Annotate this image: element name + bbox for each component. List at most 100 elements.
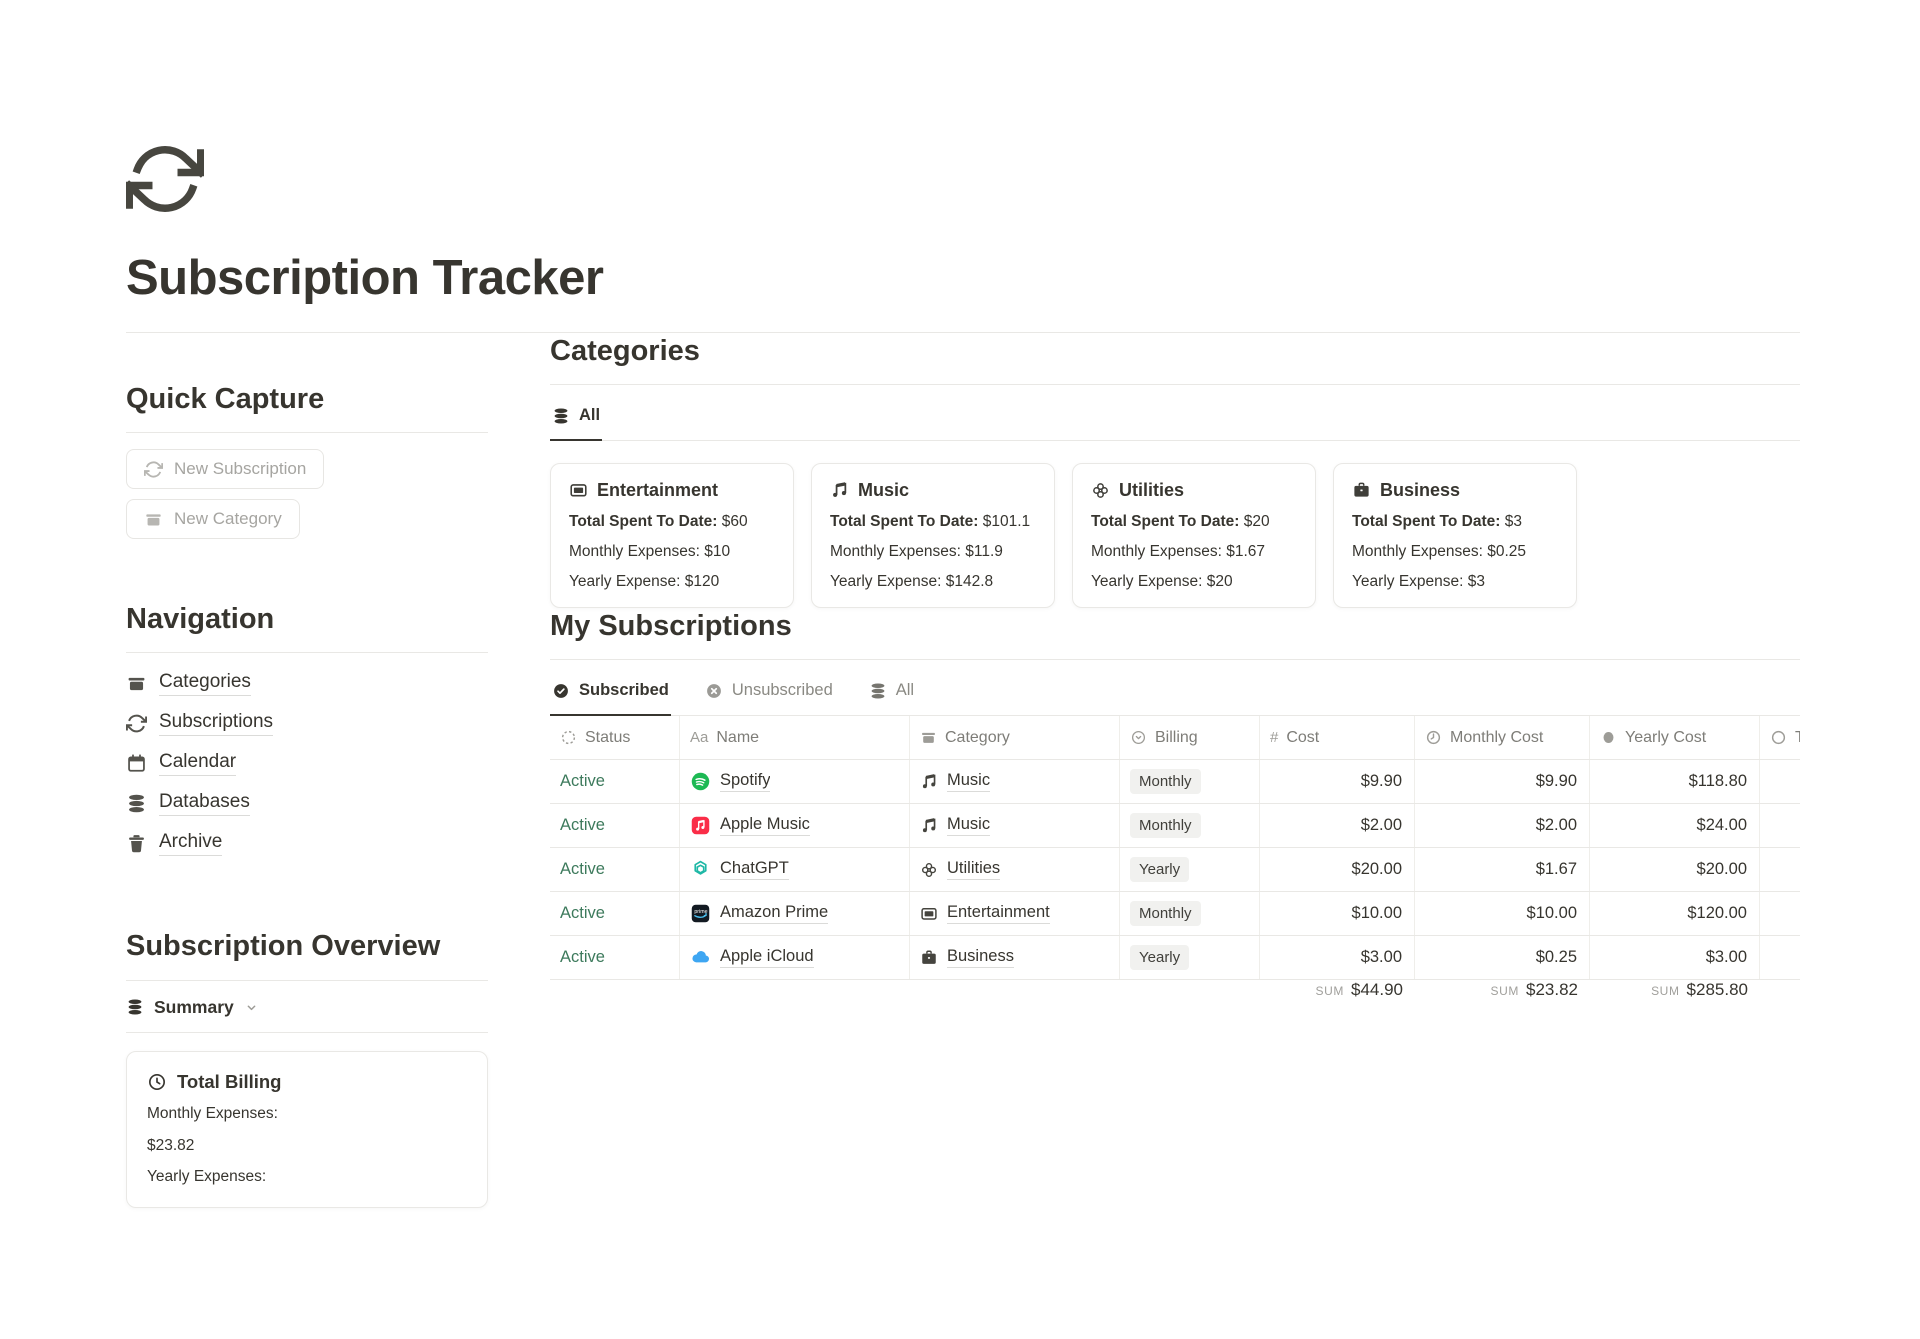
billing-cell[interactable]: Monthly <box>1120 892 1260 935</box>
table-header-row: Status Aa Name Category <box>550 716 1800 760</box>
column-header-yearly-cost[interactable]: Yearly Cost <box>1590 716 1760 759</box>
new-subscription-button[interactable]: New Subscription <box>126 449 324 489</box>
nav-link-label[interactable]: Databases <box>159 791 250 816</box>
column-header-monthly-cost[interactable]: Monthly Cost <box>1415 716 1590 759</box>
name-cell[interactable]: prime Amazon Prime <box>680 892 910 935</box>
yearly-cost-cell[interactable]: $20.00 <box>1590 848 1760 891</box>
sidebar-item-calendar[interactable]: Calendar <box>126 751 488 776</box>
billing-cell[interactable]: Monthly <box>1120 760 1260 803</box>
yearly-cost-cell[interactable]: $24.00 <box>1590 804 1760 847</box>
tab-all-categories[interactable]: All <box>550 385 602 441</box>
monthly-cost-cell[interactable]: $10.00 <box>1415 892 1590 935</box>
name-cell[interactable]: Apple iCloud <box>680 936 910 979</box>
yearly-cost-cell[interactable]: $118.80 <box>1590 760 1760 803</box>
nav-link-label[interactable]: Categories <box>159 671 251 696</box>
status-cell[interactable]: Active <box>550 892 680 935</box>
billing-tag[interactable]: Monthly <box>1130 769 1201 794</box>
empty-cell[interactable] <box>1760 760 1800 803</box>
tab-subscribed[interactable]: Subscribed <box>550 660 671 716</box>
status-cell[interactable]: Active <box>550 760 680 803</box>
monthly-cost-cell[interactable]: $1.67 <box>1415 848 1590 891</box>
name-cell[interactable]: ChatGPT <box>680 848 910 891</box>
cost-cell[interactable]: $10.00 <box>1260 892 1415 935</box>
column-header-name[interactable]: Aa Name <box>680 716 910 759</box>
category-card-title: Music <box>858 480 909 501</box>
tv-icon <box>569 481 588 500</box>
category-cell[interactable]: Utilities <box>910 848 1120 891</box>
sidebar-item-subscriptions[interactable]: Subscriptions <box>126 711 488 736</box>
name-cell[interactable]: Spotify <box>680 760 910 803</box>
billing-cell[interactable]: Yearly <box>1120 936 1260 979</box>
monthly-cost-cell[interactable]: $2.00 <box>1415 804 1590 847</box>
subscription-page-link[interactable]: ChatGPT <box>720 859 789 880</box>
new-category-button[interactable]: New Category <box>126 499 300 539</box>
name-cell[interactable]: Apple Music <box>680 804 910 847</box>
column-header-truncated[interactable]: T <box>1760 716 1800 759</box>
subscription-page-link[interactable]: Apple Music <box>720 815 810 836</box>
summary-view-tab[interactable]: Summary <box>126 997 488 1033</box>
nav-link-label[interactable]: Archive <box>159 831 222 856</box>
cost-sum[interactable]: SUM $44.90 <box>1260 980 1415 1027</box>
subscription-page-link[interactable]: Spotify <box>720 771 770 792</box>
check-circle-icon <box>552 682 570 700</box>
tab-all-subscriptions[interactable]: All <box>867 660 916 716</box>
column-label: Monthly Cost <box>1450 729 1543 747</box>
status-badge: Active <box>560 816 605 835</box>
category-card-entertainment[interactable]: Entertainment Total Spent To Date: $60 M… <box>550 463 794 608</box>
monthly-cost-sum[interactable]: SUM $23.82 <box>1415 980 1590 1027</box>
card-monthly-line: Monthly Expenses: $1.67 <box>1091 543 1297 561</box>
yearly-cost-cell[interactable]: $120.00 <box>1590 892 1760 935</box>
column-header-category[interactable]: Category <box>910 716 1120 759</box>
nav-link-label[interactable]: Calendar <box>159 751 236 776</box>
tab-label: Unsubscribed <box>732 681 833 700</box>
database-icon <box>552 407 570 425</box>
empty-cell[interactable] <box>1760 804 1800 847</box>
sidebar-item-archive[interactable]: Archive <box>126 831 488 856</box>
yearly-expenses-label: Yearly Expenses: <box>147 1167 467 1188</box>
billing-tag[interactable]: Yearly <box>1130 945 1189 970</box>
nav-link-label[interactable]: Subscriptions <box>159 711 273 736</box>
empty-cell[interactable] <box>1760 892 1800 935</box>
category-page-link[interactable]: Music <box>947 771 990 792</box>
cost-cell[interactable]: $3.00 <box>1260 936 1415 979</box>
cost-cell[interactable]: $9.90 <box>1260 760 1415 803</box>
status-cell[interactable]: Active <box>550 936 680 979</box>
subscription-page-link[interactable]: Apple iCloud <box>720 947 814 968</box>
category-cell[interactable]: Entertainment <box>910 892 1120 935</box>
cost-cell[interactable]: $20.00 <box>1260 848 1415 891</box>
status-cell[interactable]: Active <box>550 848 680 891</box>
billing-tag[interactable]: Yearly <box>1130 857 1189 882</box>
category-page-link[interactable]: Business <box>947 947 1014 968</box>
column-header-cost[interactable]: # Cost <box>1260 716 1415 759</box>
monthly-cost-cell[interactable]: $9.90 <box>1415 760 1590 803</box>
category-page-link[interactable]: Music <box>947 815 990 836</box>
category-card-utilities[interactable]: Utilities Total Spent To Date: $20 Month… <box>1072 463 1316 608</box>
empty-cell[interactable] <box>1760 936 1800 979</box>
yearly-cost-sum[interactable]: SUM $285.80 <box>1590 980 1760 1027</box>
sidebar-item-databases[interactable]: Databases <box>126 791 488 816</box>
billing-tag[interactable]: Monthly <box>1130 901 1201 926</box>
empty-cell[interactable] <box>1760 848 1800 891</box>
category-card-business[interactable]: Business Total Spent To Date: $3 Monthly… <box>1333 463 1577 608</box>
billing-cell[interactable]: Yearly <box>1120 848 1260 891</box>
category-card-music[interactable]: Music Total Spent To Date: $101.1 Monthl… <box>811 463 1055 608</box>
category-cell[interactable]: Music <box>910 804 1120 847</box>
formula-clock-icon <box>1425 729 1442 746</box>
category-page-link[interactable]: Utilities <box>947 859 1000 880</box>
category-cell[interactable]: Business <box>910 936 1120 979</box>
total-spent-label: Total Spent To Date: <box>569 513 717 530</box>
sidebar-item-categories[interactable]: Categories <box>126 671 488 696</box>
billing-cell[interactable]: Monthly <box>1120 804 1260 847</box>
yearly-cost-cell[interactable]: $3.00 <box>1590 936 1760 979</box>
monthly-cost-cell[interactable]: $0.25 <box>1415 936 1590 979</box>
category-cell[interactable]: Music <box>910 760 1120 803</box>
status-cell[interactable]: Active <box>550 804 680 847</box>
column-header-status[interactable]: Status <box>550 716 680 759</box>
subscription-page-link[interactable]: Amazon Prime <box>720 903 828 924</box>
category-page-link[interactable]: Entertainment <box>947 903 1050 924</box>
billing-tag[interactable]: Monthly <box>1130 813 1201 838</box>
tab-unsubscribed[interactable]: Unsubscribed <box>703 660 835 716</box>
cost-cell[interactable]: $2.00 <box>1260 804 1415 847</box>
column-header-billing[interactable]: Billing <box>1120 716 1260 759</box>
clock-icon <box>147 1072 167 1092</box>
